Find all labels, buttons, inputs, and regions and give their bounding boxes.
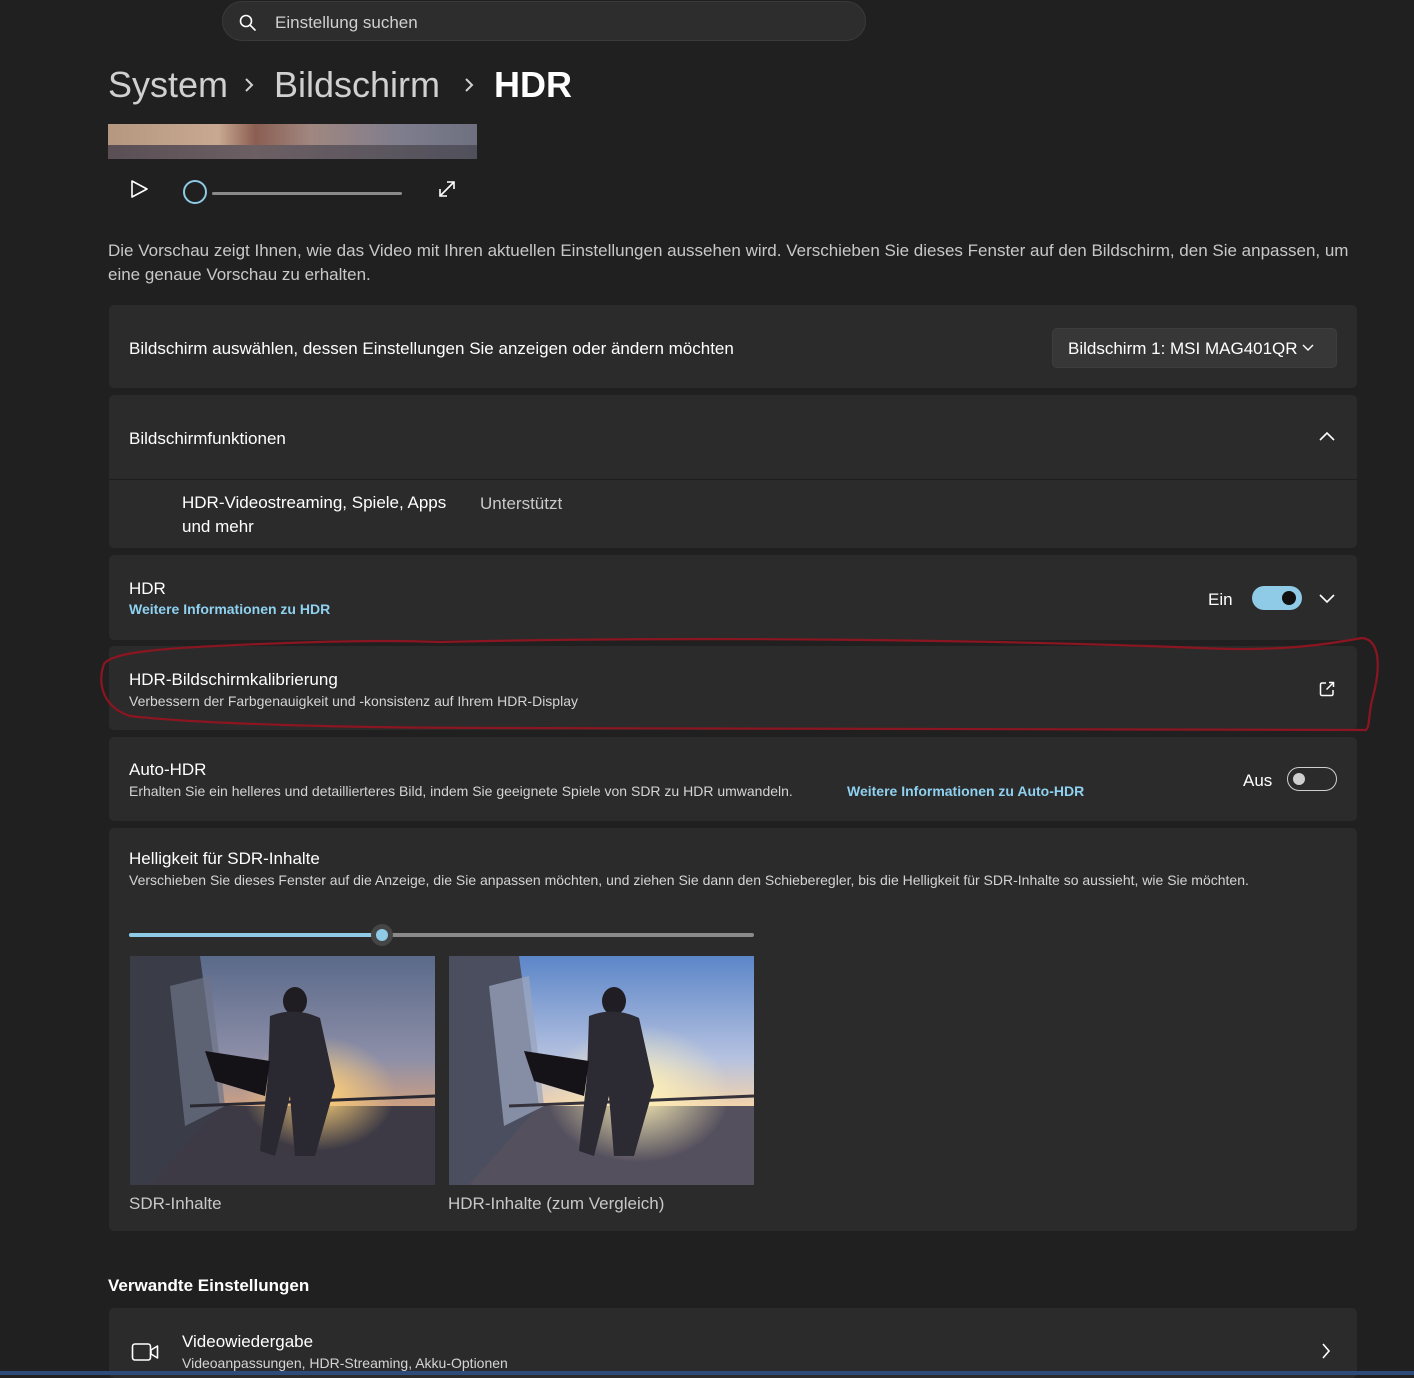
sdr-caption: SDR-Inhalte	[129, 1194, 222, 1213]
auto-hdr-title: Auto-HDR	[129, 760, 207, 779]
sdr-brightness-subtitle: Verschieben Sie dieses Fenster auf die A…	[129, 872, 1249, 888]
related-settings-title: Verwandte Einstellungen	[108, 1276, 310, 1295]
auto-hdr-card	[109, 737, 1357, 821]
sdr-sample-image	[130, 956, 435, 1185]
toggle-knob	[1293, 773, 1305, 785]
red-annotation-outline	[100, 636, 1379, 732]
auto-hdr-info-link[interactable]: Weitere Informationen zu Auto-HDR	[847, 783, 1084, 799]
hdr-sample-image	[449, 956, 754, 1185]
sdr-brightness-fill	[129, 933, 383, 937]
taskbar-edge	[0, 1371, 1414, 1375]
auto-hdr-subtitle: Erhalten Sie ein helleres und detaillier…	[129, 783, 793, 799]
video-playback-title: Videowiedergabe	[182, 1332, 314, 1351]
chevron-right-icon[interactable]	[1320, 1342, 1332, 1360]
auto-hdr-state-label: Aus	[1243, 771, 1273, 790]
sdr-brightness-thumb[interactable]	[371, 924, 394, 946]
auto-hdr-toggle[interactable]	[1287, 767, 1337, 791]
video-camera-icon	[131, 1343, 159, 1361]
hdr-caption: HDR-Inhalte (zum Vergleich)	[448, 1194, 665, 1213]
sdr-brightness-title: Helligkeit für SDR-Inhalte	[129, 849, 320, 868]
video-playback-subtitle: Videoanpassungen, HDR-Streaming, Akku-Op…	[182, 1355, 508, 1371]
